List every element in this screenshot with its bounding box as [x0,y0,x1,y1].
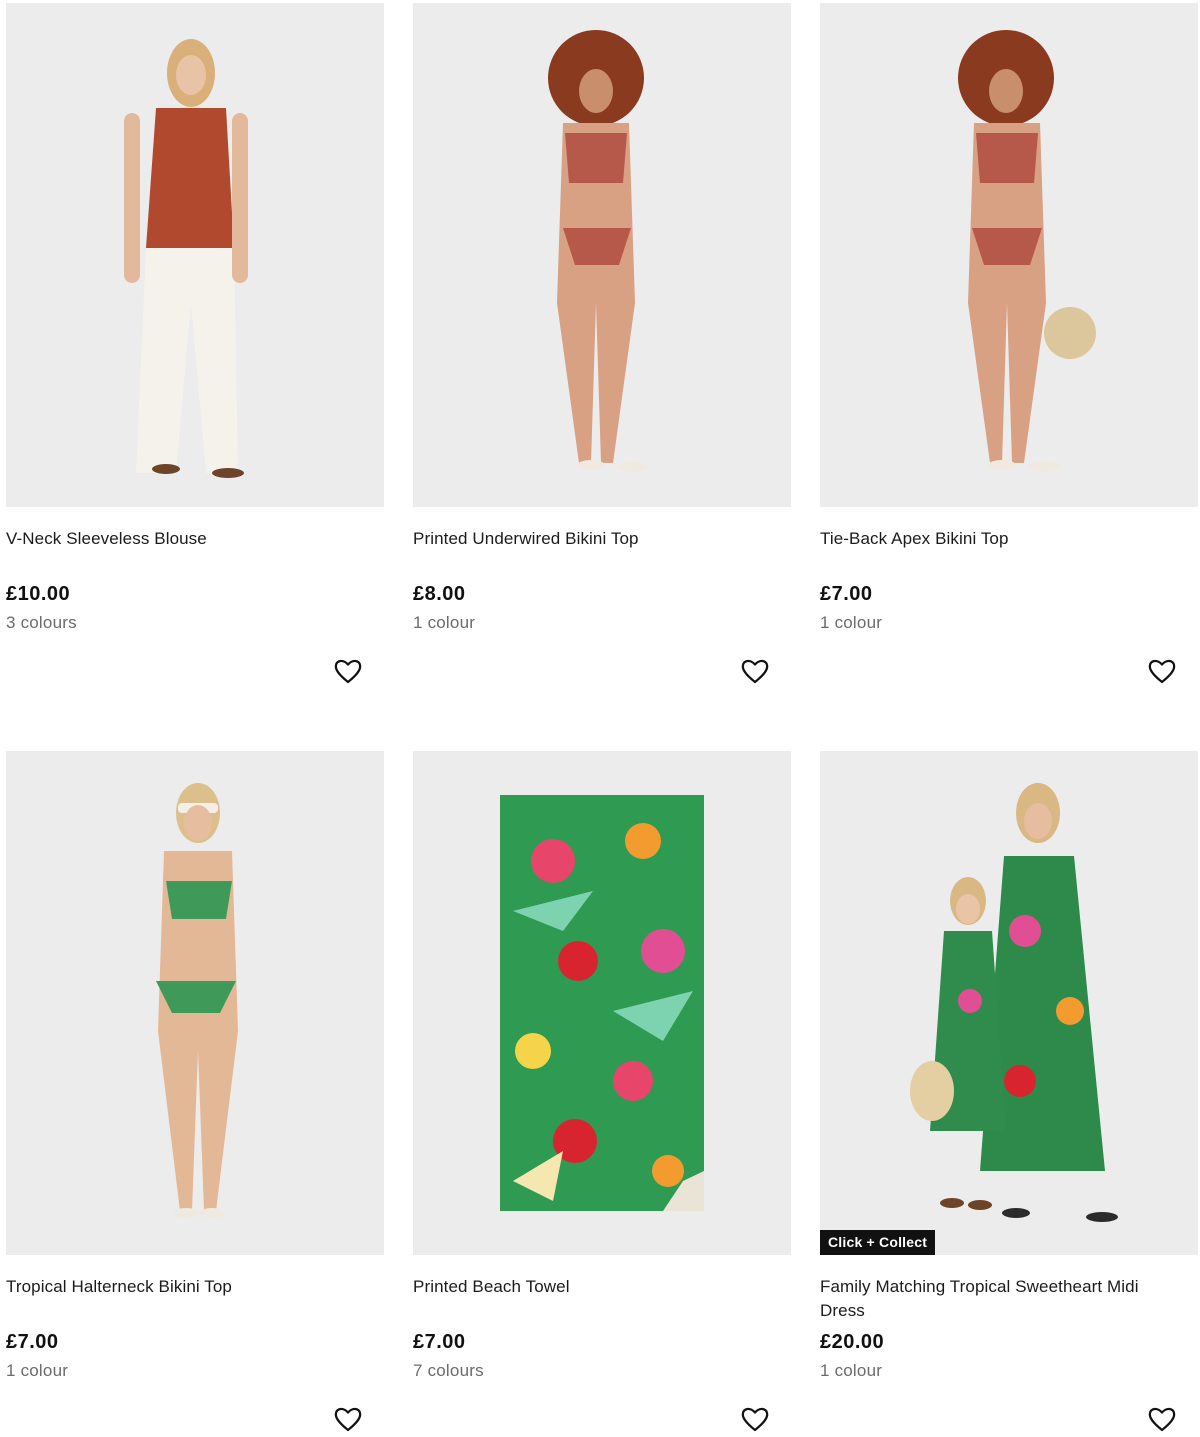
product-name[interactable]: Family Matching Tropical Sweetheart Midi… [820,1275,1170,1323]
product-image[interactable] [413,3,791,507]
product-price: £7.00 [820,583,873,605]
product-name[interactable]: Printed Beach Towel [413,1275,763,1299]
product-image[interactable] [413,751,791,1255]
model-photo [413,3,791,507]
wishlist-heart-icon[interactable] [332,1403,364,1435]
towel-photo [413,751,791,1255]
product-price: £7.00 [413,1331,466,1353]
product-price: £10.00 [6,583,71,605]
model-photo [6,3,384,507]
product-image[interactable] [6,751,384,1255]
product-colours: 1 colour [413,613,476,632]
product-image[interactable] [6,3,384,507]
product-name[interactable]: Tie-Back Apex Bikini Top [820,527,1170,551]
product-name[interactable]: Printed Underwired Bikini Top [413,527,763,551]
product-colours: 3 colours [6,613,77,632]
product-image[interactable]: Click + Collect [820,751,1198,1255]
product-colours: 7 colours [413,1361,484,1380]
wishlist-heart-icon[interactable] [1146,1403,1178,1435]
wishlist-heart-icon[interactable] [332,655,364,687]
product-name[interactable]: V-Neck Sleeveless Blouse [6,527,356,551]
product-name[interactable]: Tropical Halterneck Bikini Top [6,1275,356,1299]
model-photo [820,3,1198,507]
wishlist-heart-icon[interactable] [739,1403,771,1435]
product-price: £20.00 [820,1331,885,1353]
product-colours: 1 colour [6,1361,69,1380]
model-photo [820,751,1198,1255]
product-colours: 1 colour [820,613,883,632]
product-price: £8.00 [413,583,466,605]
wishlist-heart-icon[interactable] [739,655,771,687]
wishlist-heart-icon[interactable] [1146,655,1178,687]
product-image[interactable] [820,3,1198,507]
product-colours: 1 colour [820,1361,883,1380]
model-photo [6,751,384,1255]
click-collect-badge: Click + Collect [820,1230,936,1255]
product-price: £7.00 [6,1331,59,1353]
